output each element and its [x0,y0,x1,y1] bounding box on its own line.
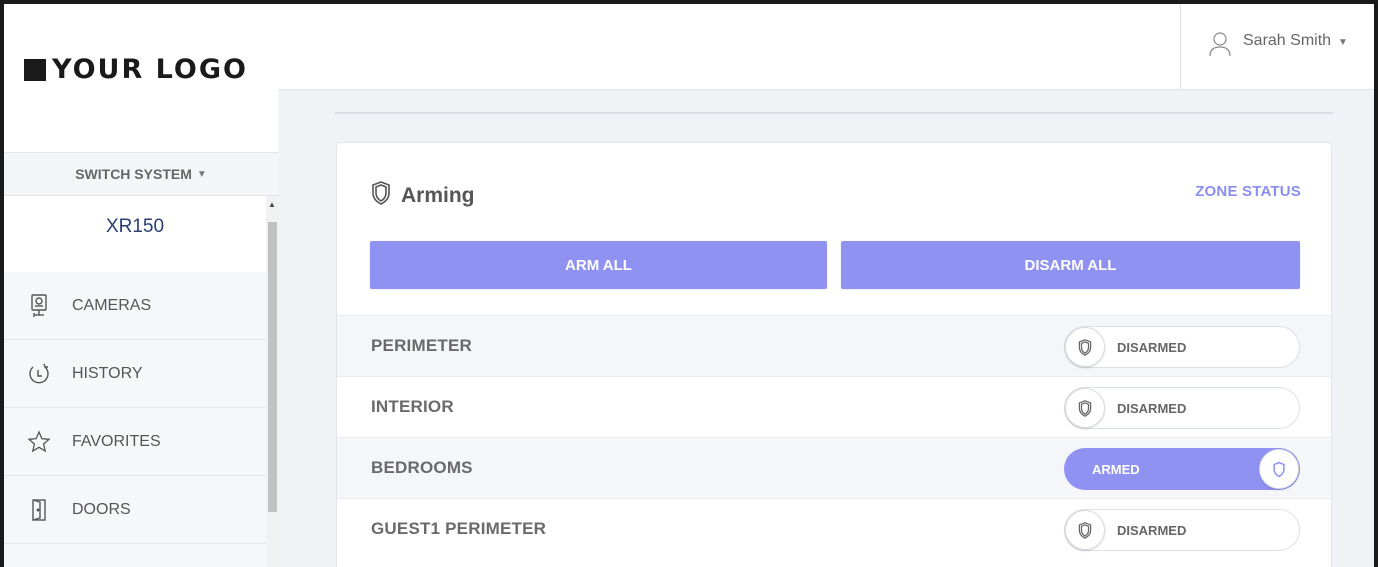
sidebar-item-history[interactable]: HISTORY [4,340,266,408]
arm-all-button[interactable]: ARM ALL [370,241,827,289]
arming-title: Arming [371,181,475,210]
history-icon [26,361,52,387]
sidebar-item-doors[interactable]: DOORS [4,476,266,544]
area-row-perimeter: PERIMETER DISARMED [337,315,1331,376]
area-row-guest1-perimeter: GUEST1 PERIMETER DISARMED [337,498,1331,559]
sidebar-item-cameras[interactable]: CAMERAS [4,272,266,340]
door-icon [26,497,52,523]
sidebar-item-label: HISTORY [72,364,143,382]
caret-down-icon: ▼ [196,168,207,180]
logo-area: YOUR LOGO [4,4,278,152]
area-name: PERIMETER [371,336,472,355]
shield-icon [1259,449,1299,489]
area-name: INTERIOR [371,397,454,416]
sidebar: YOUR LOGO SWITCH SYSTEM ▼ XR150 ▲ CAMERA… [4,4,278,567]
switch-system-button[interactable]: SWITCH SYSTEM ▼ [4,152,278,196]
user-menu[interactable]: Sarah Smith ▼ [1180,4,1374,90]
top-bar: Sarah Smith ▼ [278,4,1374,90]
divider [335,112,1333,114]
arming-toggle[interactable]: DISARMED [1064,509,1300,551]
user-name: Sarah Smith [1243,32,1332,49]
sidebar-item-label: DOORS [72,500,131,518]
shield-icon [371,181,391,210]
area-list: PERIMETER DISARMED INTERIOR DISARMED BED… [337,315,1331,559]
toggle-status-label: DISARMED [1117,339,1187,355]
logo-text: YOUR LOGO [52,54,248,85]
area-name: GUEST1 PERIMETER [371,519,547,538]
logo-square-icon [24,58,46,81]
main-content: Arming ZONE STATUS ARM ALL DISARM ALL PE… [278,90,1374,567]
arming-card-header: Arming ZONE STATUS [337,143,1333,223]
arming-toggle[interactable]: DISARMED [1064,387,1300,429]
toggle-status-label: DISARMED [1117,522,1187,538]
sidebar-item-label: CAMERAS [72,296,152,314]
sidebar-item-favorites[interactable]: FAVORITES [4,408,266,476]
area-name: BEDROOMS [371,458,473,477]
app-frame: YOUR LOGO SWITCH SYSTEM ▼ XR150 ▲ CAMERA… [0,0,1378,567]
arming-toggle[interactable]: DISARMED [1064,326,1300,368]
disarm-all-button[interactable]: DISARM ALL [841,241,1300,289]
area-row-interior: INTERIOR DISARMED [337,376,1331,437]
camera-icon [26,293,52,319]
sidebar-scrollbar[interactable]: ▲ [266,196,278,567]
scrollbar-thumb[interactable] [268,222,277,512]
sidebar-nav: CAMERAS HISTORY FAVORITES DOORS [4,272,266,544]
toggle-status-label: DISARMED [1117,400,1187,416]
system-name: XR150 [4,196,266,272]
shield-icon [1065,510,1105,550]
star-icon [26,429,52,455]
arming-card: Arming ZONE STATUS ARM ALL DISARM ALL PE… [336,142,1332,567]
arming-toggle[interactable]: ARMED [1064,448,1300,490]
caret-down-icon: ▼ [1338,37,1348,48]
user-icon [1207,30,1233,63]
shield-icon [1065,388,1105,428]
switch-system-label: SWITCH SYSTEM [75,166,192,182]
arming-title-text: Arming [401,183,475,207]
shield-icon [1065,327,1105,367]
zone-status-link[interactable]: ZONE STATUS [1195,183,1301,200]
scroll-up-icon[interactable]: ▲ [268,200,276,209]
sidebar-item-label: FAVORITES [72,432,161,450]
area-row-bedrooms: BEDROOMS ARMED [337,437,1331,498]
toggle-status-label: ARMED [1092,461,1140,477]
logo[interactable]: YOUR LOGO [24,54,248,85]
